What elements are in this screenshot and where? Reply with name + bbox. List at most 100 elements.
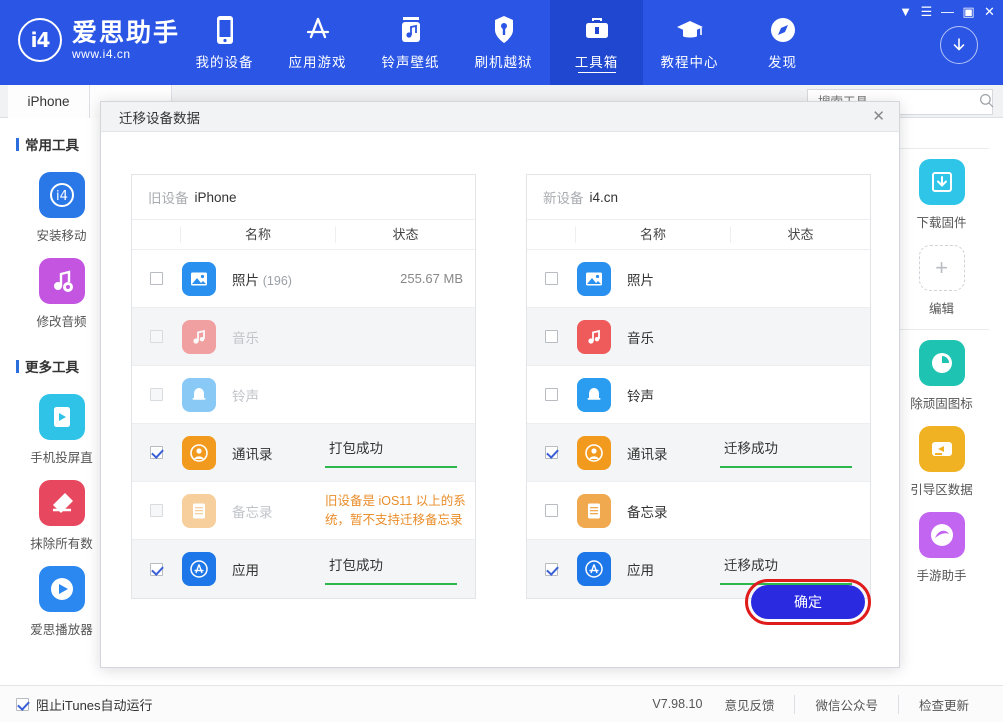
table-row[interactable]: 通讯录 打包成功 — [132, 424, 475, 482]
nav-label: 我的设备 — [196, 51, 254, 71]
table-row[interactable]: 备忘录 — [527, 482, 870, 540]
row-name: 音乐 — [218, 327, 325, 347]
table-row[interactable]: 通讯录 迁移成功 — [527, 424, 870, 482]
itunes-checkbox[interactable] — [16, 698, 29, 711]
logo-title: 爱思助手 — [72, 19, 180, 47]
nav-item-flash-jailbreak[interactable]: 刷机越狱 — [457, 0, 550, 85]
row-checkbox[interactable] — [527, 504, 575, 517]
svg-text:i4: i4 — [56, 189, 68, 204]
app-window: i4 爱思助手 www.i4.cn 我的设备 应用游戏 — [0, 0, 1003, 722]
nav-item-ringtone-wallpaper[interactable]: 铃声壁纸 — [364, 0, 457, 85]
phone-icon — [215, 14, 235, 46]
nav-label: 教程中心 — [661, 51, 719, 71]
migrate-device-data-dialog: 迁移设备数据 ✕ 旧设备 iPhone 名称 状态 — [100, 101, 900, 668]
old-device-name: iPhone — [195, 190, 237, 205]
table-row[interactable]: 照片 — [527, 250, 870, 308]
group-title: 更多工具 — [25, 356, 79, 376]
tool-label: 修改音频 — [36, 311, 86, 330]
ringtone-bell-icon — [575, 378, 613, 412]
logo-text: 爱思助手 www.i4.cn — [72, 19, 180, 62]
confirm-button[interactable]: 确定 — [751, 585, 865, 619]
restore-icon — [919, 426, 965, 472]
row-checkbox[interactable] — [527, 272, 575, 285]
itunes-block-option[interactable]: 阻止iTunes自动运行 — [16, 695, 153, 714]
compass-icon — [769, 14, 797, 46]
menu-icon[interactable]: ☰ — [917, 2, 936, 21]
version-label: V7.98.10 — [652, 697, 702, 711]
contacts-icon — [575, 436, 613, 470]
row-checkbox[interactable] — [527, 388, 575, 401]
clock-icon — [919, 340, 965, 386]
column-header-state: 状态 — [335, 227, 475, 243]
minimize-icon[interactable]: — — [938, 2, 957, 21]
tool-label: 下载固件 — [916, 212, 966, 231]
row-name: 备忘录 — [218, 501, 325, 521]
row-name: 照片 — [613, 269, 720, 289]
download-arrow-icon[interactable] — [940, 26, 978, 64]
row-name: 照片 (196) — [218, 269, 325, 289]
tool-label: 除顽固图标 — [910, 393, 973, 412]
graduation-icon — [675, 14, 705, 46]
nav-item-toolbox[interactable]: 工具箱 — [550, 0, 643, 85]
footer-links: V7.98.10 意见反馈 微信公众号 检查更新 — [652, 695, 989, 714]
music-icon — [180, 320, 218, 354]
tool-label: 手游助手 — [916, 565, 966, 584]
table-row[interactable]: 铃声 — [527, 366, 870, 424]
audio-edit-icon — [39, 258, 85, 304]
row-name: 铃声 — [218, 385, 325, 405]
new-device-header: 新设备 i4.cn — [527, 175, 870, 220]
nav-item-my-device[interactable]: 我的设备 — [178, 0, 271, 85]
window-controls: ▼ ☰ — ▣ ✕ — [896, 2, 999, 21]
tab-iphone[interactable]: iPhone — [8, 85, 90, 118]
new-device-name: i4.cn — [590, 190, 619, 205]
main-nav: 我的设备 应用游戏 铃声壁纸 刷机越狱 — [178, 0, 829, 85]
table-row[interactable]: 音乐 — [527, 308, 870, 366]
pin-icon[interactable]: ▼ — [896, 2, 915, 21]
row-status: 迁移成功 — [720, 437, 870, 468]
row-label: 照片 — [232, 273, 259, 288]
group-accent-bar — [16, 360, 19, 373]
wechat-link[interactable]: 微信公众号 — [794, 695, 898, 714]
column-header-name: 名称 — [180, 227, 335, 243]
nav-label: 刷机越狱 — [475, 51, 533, 71]
nav-label: 铃声壁纸 — [382, 51, 440, 71]
row-checkbox[interactable] — [132, 446, 180, 459]
row-checkbox[interactable] — [527, 446, 575, 459]
progress-bar — [720, 466, 852, 468]
toolbox-icon — [584, 14, 610, 46]
app-header: i4 爱思助手 www.i4.cn 我的设备 应用游戏 — [0, 0, 1003, 85]
tool-label: 编辑 — [929, 298, 954, 317]
table-row: 音乐 — [132, 308, 475, 366]
nav-label: 应用游戏 — [289, 51, 347, 71]
row-checkbox[interactable] — [132, 272, 180, 285]
nav-label: 工具箱 — [575, 51, 619, 71]
table-row: 铃声 — [132, 366, 475, 424]
old-column-headers: 名称 状态 — [132, 220, 475, 250]
maximize-icon[interactable]: ▣ — [959, 2, 978, 21]
add-icon: + — [919, 245, 965, 291]
table-row[interactable]: 照片 (196) 255.67 MB — [132, 250, 475, 308]
row-checkbox — [132, 388, 180, 401]
column-header-state: 状态 — [730, 227, 870, 243]
close-icon[interactable]: ✕ — [868, 107, 889, 126]
table-row: 备忘录 旧设备是 iOS11 以上的系统，暂不支持迁移备忘录 — [132, 482, 475, 540]
search-icon[interactable] — [979, 93, 994, 111]
row-name: 铃声 — [613, 385, 720, 405]
row-checkbox[interactable] — [527, 330, 575, 343]
row-name: 备忘录 — [613, 501, 720, 521]
row-status-text: 迁移成功 — [720, 437, 866, 457]
check-update-link[interactable]: 检查更新 — [898, 695, 989, 714]
row-checkbox — [132, 504, 180, 517]
dialog-footer: 确定 — [101, 567, 901, 667]
column-header-name: 名称 — [575, 227, 730, 243]
photos-icon — [180, 262, 218, 296]
annotation-highlight: 确定 — [745, 579, 871, 625]
nav-item-apps-games[interactable]: 应用游戏 — [271, 0, 364, 85]
nav-item-tutorial-center[interactable]: 教程中心 — [643, 0, 736, 85]
logo-url: www.i4.cn — [72, 47, 180, 62]
feedback-link[interactable]: 意见反馈 — [724, 695, 794, 714]
nav-item-discover[interactable]: 发现 — [736, 0, 829, 85]
new-device-label: 新设备 — [543, 187, 584, 207]
close-icon[interactable]: ✕ — [980, 2, 999, 21]
screen-cast-icon — [39, 394, 85, 440]
